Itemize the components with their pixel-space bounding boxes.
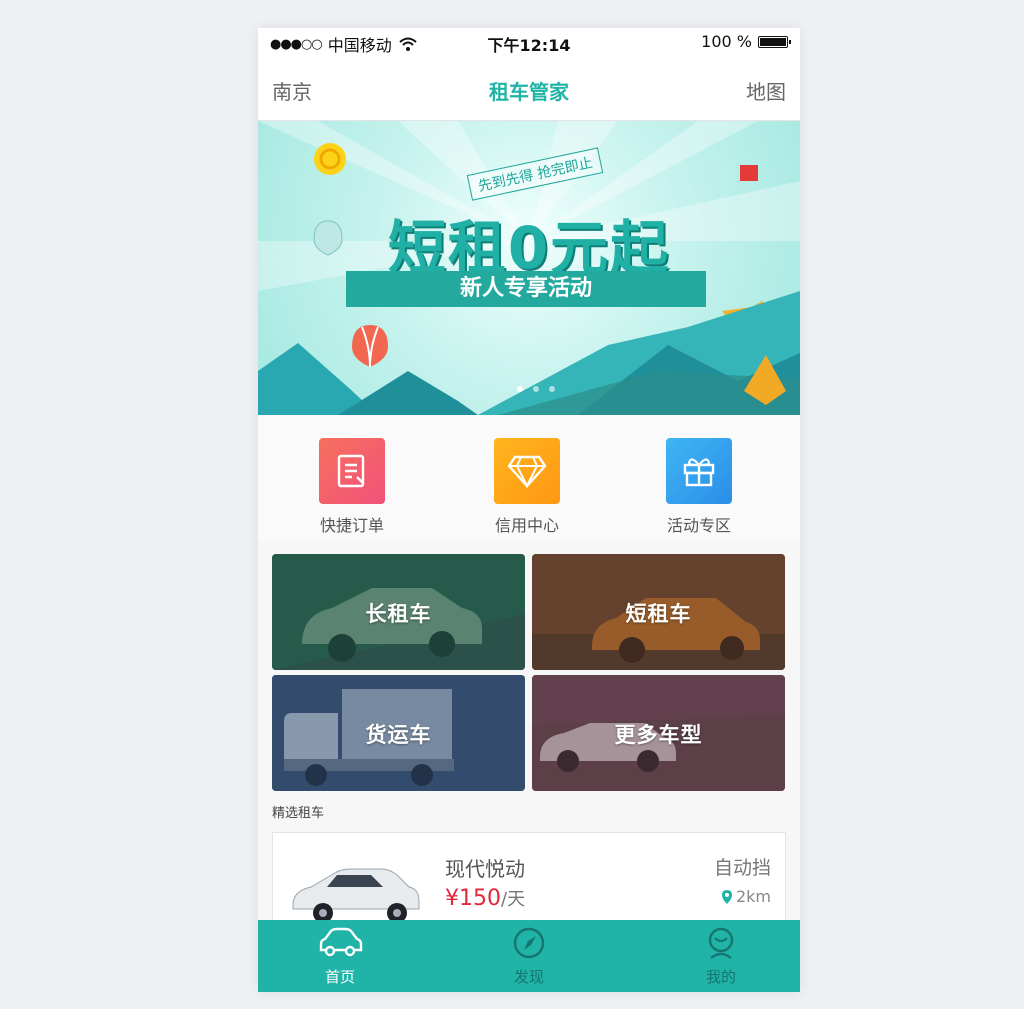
tab-profile[interactable]: 我的 <box>661 926 781 987</box>
quick-links: 快捷订单 信用中心 活动专区 <box>258 416 800 540</box>
car-price: ¥150/天 <box>445 885 525 911</box>
section-title: 精选租车 <box>272 806 325 821</box>
profile-icon <box>708 927 734 959</box>
page-title: 租车管家 <box>489 80 569 104</box>
map-button[interactable]: 地图 <box>746 76 786 105</box>
nav-bar: 南京 租车管家 地图 <box>258 56 800 121</box>
phone-screen: ●●●○○ 中国移动 下午12:14 100 % 南京 租车管家 地图 先到先得… <box>258 28 800 992</box>
gift-icon <box>666 438 732 504</box>
activity-zone-link[interactable]: 活动专区 <box>644 438 754 536</box>
diamond-icon <box>494 438 560 504</box>
tab-bar: 首页 发现 我的 <box>258 920 800 992</box>
location-pin-icon <box>721 889 732 904</box>
distance-value: 2km <box>735 887 771 906</box>
price-value: ¥150 <box>445 886 501 911</box>
short-term-rental-tile[interactable]: 短租车 <box>532 554 785 670</box>
status-bar: ●●●○○ 中国移动 下午12:14 100 % <box>258 28 800 56</box>
gift-box-icon <box>740 165 758 181</box>
quick-link-label: 活动专区 <box>666 516 731 535</box>
tab-label: 我的 <box>705 968 736 986</box>
battery-icon <box>758 35 791 48</box>
transmission-label: 自动挡 <box>713 857 771 879</box>
long-term-rental-tile[interactable]: 长租车 <box>272 554 525 670</box>
order-icon <box>319 438 385 504</box>
quick-order-link[interactable]: 快捷订单 <box>297 438 407 536</box>
car-icon <box>319 927 363 957</box>
tab-label: 首页 <box>324 968 355 986</box>
tile-label: 长租车 <box>365 602 432 626</box>
tab-label: 发现 <box>513 968 544 986</box>
tile-label: 货运车 <box>365 723 432 747</box>
quick-link-label: 信用中心 <box>494 516 559 535</box>
more-models-tile[interactable]: 更多车型 <box>532 675 785 791</box>
battery-percent: 100 % <box>701 32 752 51</box>
credit-center-link[interactable]: 信用中心 <box>472 438 582 536</box>
freight-vehicle-tile[interactable]: 货运车 <box>272 675 525 791</box>
quick-link-label: 快捷订单 <box>319 516 384 535</box>
promo-banner[interactable]: 先到先得 抢完即止 短租0元起 新人专享活动 <box>258 121 800 415</box>
tab-discover[interactable]: 发现 <box>469 926 589 987</box>
coin-icon <box>314 143 346 175</box>
price-unit: /天 <box>501 889 526 910</box>
distance-info: 2km <box>721 887 771 906</box>
battery-status: 100 % <box>701 32 791 51</box>
tab-home[interactable]: 首页 <box>280 926 400 987</box>
tile-label: 短租车 <box>625 602 692 626</box>
car-name: 现代悦动 <box>445 857 525 881</box>
compass-icon <box>513 927 545 959</box>
banner-ribbon: 新人专享活动 <box>346 271 706 307</box>
tile-label: 更多车型 <box>614 723 703 747</box>
car-thumbnail <box>292 868 420 923</box>
